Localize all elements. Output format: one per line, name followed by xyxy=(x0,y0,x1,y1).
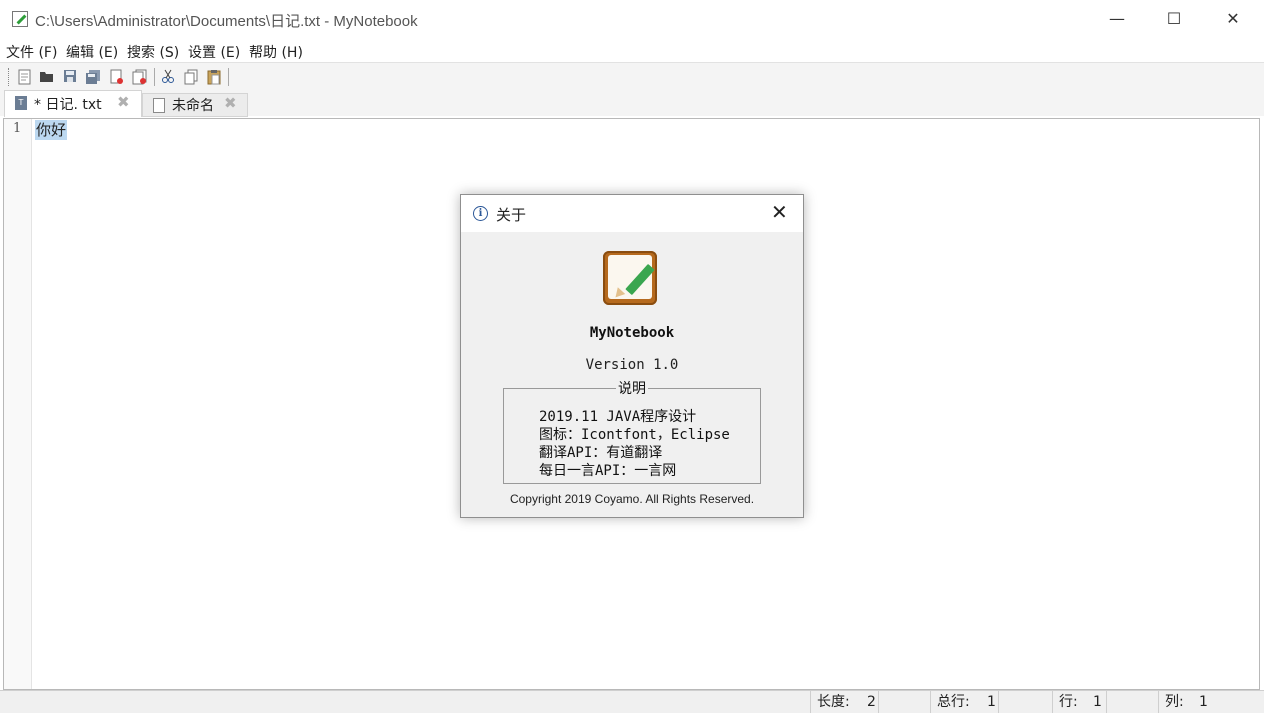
save-icon[interactable] xyxy=(62,69,78,85)
about-dialog: i 关于 ✕ MyNotebook Version 1.0 说明 2019.11… xyxy=(460,194,804,518)
dialog-close-button[interactable]: ✕ xyxy=(771,200,788,224)
status-column: 列: 1 xyxy=(1158,691,1211,713)
toolbar-grip[interactable] xyxy=(8,68,11,86)
status-total-lines: 总行: 1 xyxy=(930,691,997,713)
minimize-button[interactable]: — xyxy=(1097,6,1137,32)
menu-file[interactable]: 文件 (F) xyxy=(6,42,57,62)
app-logo-paper xyxy=(608,255,655,301)
menu-bar: 文件 (F) 编辑 (E) 搜索 (S) 设置 (E) 帮助 (H) xyxy=(0,38,1264,62)
paste-icon[interactable] xyxy=(206,69,222,85)
open-file-icon[interactable] xyxy=(39,69,55,85)
text-file-icon: T xyxy=(15,96,27,110)
description-line: 图标：Icontfont，Eclipse xyxy=(539,427,730,443)
maximize-button[interactable]: ☐ xyxy=(1154,6,1194,32)
tab-label: 未命名 xyxy=(172,98,214,114)
description-legend: 说明 xyxy=(616,378,648,398)
description-line: 翻译API：有道翻译 xyxy=(539,445,663,461)
app-version: Version 1.0 xyxy=(585,357,679,373)
close-file-icon[interactable] xyxy=(109,69,125,85)
line-number: 1 xyxy=(13,121,22,136)
toolbar xyxy=(0,62,1264,91)
tab-close-icon[interactable]: ✖ xyxy=(224,94,237,112)
copyright-text: Copyright 2019 Coyamo. All Rights Reserv… xyxy=(509,492,755,506)
description-line: 2019.11 JAVA程序设计 xyxy=(539,409,697,425)
status-length: 长度: 2 xyxy=(810,691,877,713)
new-file-icon[interactable] xyxy=(17,69,33,85)
window-title: C:\Users\Administrator\Documents\日记.txt … xyxy=(35,13,418,30)
close-button[interactable]: ✕ xyxy=(1213,6,1253,32)
menu-edit[interactable]: 编辑 (E) xyxy=(66,42,118,62)
tab-diary[interactable]: T * 日记. txt ✖ xyxy=(4,90,142,117)
copy-icon[interactable] xyxy=(183,69,199,85)
app-logo-icon xyxy=(603,251,657,305)
dialog-title: 关于 xyxy=(496,206,527,224)
menu-settings[interactable]: 设置 (E) xyxy=(188,42,240,62)
notebook-app-icon xyxy=(12,11,28,27)
tab-untitled[interactable]: 未命名 ✖ xyxy=(142,93,248,117)
document-icon xyxy=(153,98,165,113)
status-spacer xyxy=(878,691,929,713)
dialog-title-bar: i 关于 ✕ xyxy=(461,195,803,232)
status-spacer xyxy=(998,691,1051,713)
pencil-icon xyxy=(625,263,655,296)
status-bar: 长度: 2 总行: 1 行: 1 列: 1 xyxy=(0,690,1264,713)
toolbar-separator xyxy=(154,68,155,86)
title-bar: C:\Users\Administrator\Documents\日记.txt … xyxy=(0,0,1264,38)
save-all-icon[interactable] xyxy=(85,69,101,85)
cut-icon[interactable] xyxy=(160,69,176,85)
tab-bar: T * 日记. txt ✖ 未命名 ✖ xyxy=(0,90,1264,117)
close-all-icon[interactable] xyxy=(132,69,148,85)
info-icon: i xyxy=(473,206,488,221)
toolbar-separator xyxy=(228,68,229,86)
description-line: 每日一言API：一言网 xyxy=(539,463,677,479)
menu-search[interactable]: 搜索 (S) xyxy=(127,42,179,62)
tab-label: * 日记. txt xyxy=(34,97,102,113)
description-group: 说明 2019.11 JAVA程序设计 图标：Icontfont，Eclipse… xyxy=(503,378,761,484)
menu-help[interactable]: 帮助 (H) xyxy=(249,42,303,62)
status-row: 行: 1 xyxy=(1052,691,1105,713)
status-spacer xyxy=(1106,691,1157,713)
tab-close-icon[interactable]: ✖ xyxy=(117,93,130,111)
app-name: MyNotebook xyxy=(589,325,675,341)
selected-text[interactable]: 你好 xyxy=(35,120,68,140)
line-number-gutter: 1 xyxy=(4,119,32,689)
pencil-tip xyxy=(611,287,626,301)
